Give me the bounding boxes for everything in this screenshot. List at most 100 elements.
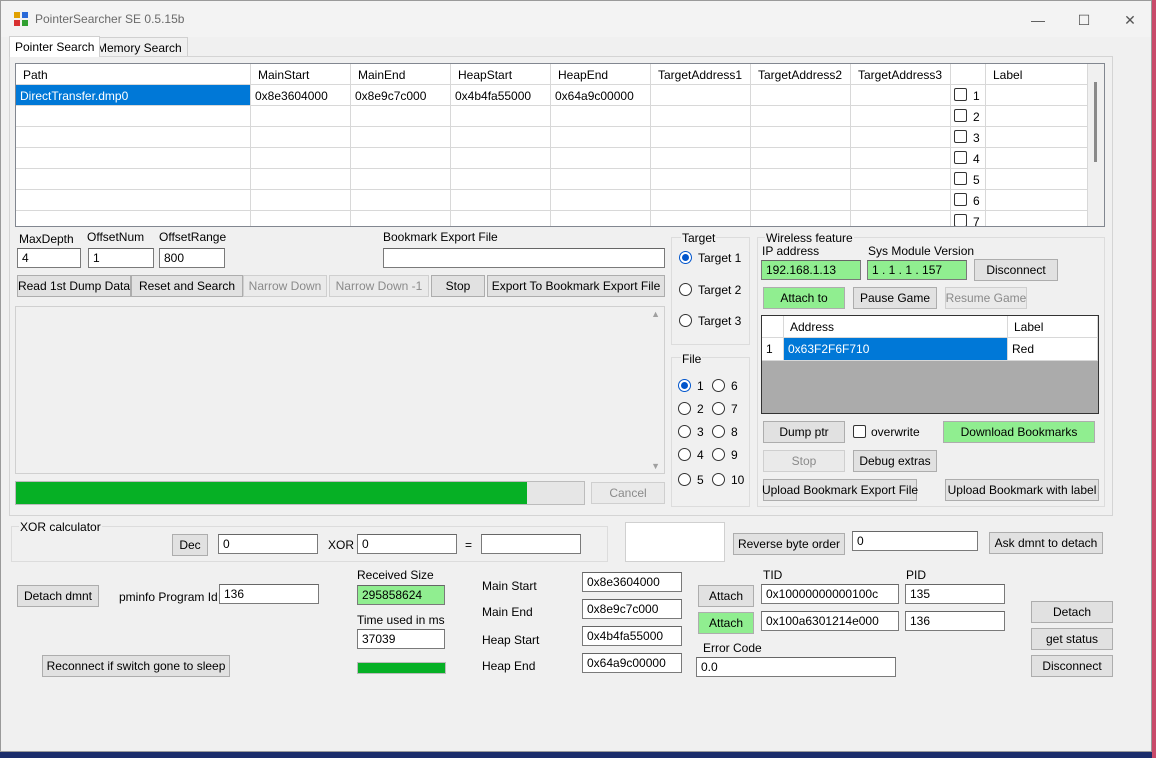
dump-cell-t1[interactable] xyxy=(651,211,751,226)
dump-cell-label[interactable] xyxy=(986,169,1088,190)
file5-radio[interactable] xyxy=(678,473,691,486)
export-bookmark-button[interactable]: Export To Bookmark Export File xyxy=(487,275,665,297)
dump-cell-heap-start[interactable] xyxy=(451,106,551,127)
dump-cell-main-start[interactable]: 0x8e3604000 xyxy=(251,85,351,106)
dump-cell-path[interactable] xyxy=(16,169,251,190)
dump-cell-t3[interactable] xyxy=(851,85,951,106)
file6-radio[interactable] xyxy=(712,379,725,392)
file3-radio[interactable] xyxy=(678,425,691,438)
dump-cell-t3[interactable] xyxy=(851,106,951,127)
dump-cell-heap-end[interactable] xyxy=(551,190,651,211)
offset-num-input[interactable]: 1 xyxy=(88,248,154,268)
tab-pointer-search[interactable]: Pointer Search xyxy=(9,36,101,57)
wireless-stop-button[interactable]: Stop xyxy=(763,450,845,472)
file2-radio[interactable] xyxy=(678,402,691,415)
dump-cell-heap-start[interactable] xyxy=(451,169,551,190)
dump-cell-path[interactable] xyxy=(16,127,251,148)
col-header-label[interactable]: Label xyxy=(986,64,1088,85)
file4-radio[interactable] xyxy=(678,448,691,461)
offset-range-input[interactable]: 800 xyxy=(159,248,225,268)
dump-grid[interactable]: Path MainStart MainEnd HeapStart HeapEnd… xyxy=(15,63,1105,227)
dump-cell-t1[interactable] xyxy=(651,85,751,106)
dump-cell-main-start[interactable] xyxy=(251,148,351,169)
dump-cell-heap-end[interactable] xyxy=(551,127,651,148)
dump-cell-main-end[interactable] xyxy=(351,148,451,169)
pid-input-2[interactable]: 136 xyxy=(905,611,1005,631)
dump-cell-t3[interactable] xyxy=(851,127,951,148)
dump-cell-heap-start[interactable] xyxy=(451,127,551,148)
dump-cell-label[interactable] xyxy=(986,190,1088,211)
bookmark-grid[interactable]: Address Label 1 0x63F2F6F710 Red xyxy=(761,315,1099,414)
file9-radio[interactable] xyxy=(712,448,725,461)
pid-input-1[interactable]: 135 xyxy=(905,584,1005,604)
download-bookmarks-button[interactable]: Download Bookmarks xyxy=(943,421,1095,443)
dump-cell-t3[interactable] xyxy=(851,169,951,190)
dump-cell-t2[interactable] xyxy=(751,169,851,190)
target1-radio[interactable] xyxy=(679,251,692,264)
pminfo-input[interactable]: 136 xyxy=(219,584,319,604)
dump-cell-main-start[interactable] xyxy=(251,211,351,226)
scroll-down-icon[interactable]: ▼ xyxy=(651,461,660,471)
dump-cell-t2[interactable] xyxy=(751,106,851,127)
dump-cell-path[interactable] xyxy=(16,211,251,226)
dump-cell-heap-end[interactable] xyxy=(551,211,651,226)
dump-cell-t2[interactable] xyxy=(751,211,851,226)
close-button[interactable]: ✕ xyxy=(1107,7,1151,33)
dump-cell-main-end[interactable]: 0x8e9c7c000 xyxy=(351,85,451,106)
ask-dmnt-detach-button[interactable]: Ask dmnt to detach xyxy=(989,532,1103,554)
dump-row-checkbox[interactable] xyxy=(954,88,967,101)
col-header-target3[interactable]: TargetAddress3 xyxy=(851,64,951,85)
dump-cell-t1[interactable] xyxy=(651,169,751,190)
bookmark-row-label[interactable]: Red xyxy=(1008,338,1098,361)
dump-cell-main-end[interactable] xyxy=(351,169,451,190)
reverse-byte-order-button[interactable]: Reverse byte order xyxy=(733,533,845,555)
bookmark-col-label[interactable]: Label xyxy=(1008,316,1098,338)
dump-cell-heap-end[interactable]: 0x64a9c00000 xyxy=(551,85,651,106)
dump-row-checkbox[interactable] xyxy=(954,193,967,206)
dump-cell-label[interactable] xyxy=(986,85,1088,106)
dump-row-checkbox[interactable] xyxy=(954,172,967,185)
col-header-heapstart[interactable]: HeapStart xyxy=(451,64,551,85)
grid-scrollbar[interactable] xyxy=(1088,64,1104,226)
dump-cell-path[interactable] xyxy=(16,148,251,169)
col-header-target1[interactable]: TargetAddress1 xyxy=(651,64,751,85)
sysmod-version-input[interactable]: 1 . 1 . 1 . 157 xyxy=(867,260,967,280)
dump-cell-label[interactable] xyxy=(986,106,1088,127)
tid-input-2[interactable]: 0x100a6301214e000 xyxy=(761,611,899,631)
ip-address-input[interactable]: 192.168.1.13 xyxy=(761,260,861,280)
col-header-check[interactable] xyxy=(951,64,986,85)
target3-radio[interactable] xyxy=(679,314,692,327)
maximize-button[interactable]: ☐ xyxy=(1061,7,1107,33)
reconnect-button[interactable]: Reconnect if switch gone to sleep xyxy=(42,655,230,677)
dump-cell-t2[interactable] xyxy=(751,85,851,106)
max-depth-input[interactable]: 4 xyxy=(17,248,81,268)
cancel-button[interactable]: Cancel xyxy=(591,482,665,504)
dump-cell-heap-end[interactable] xyxy=(551,169,651,190)
file7-radio[interactable] xyxy=(712,402,725,415)
col-header-target2[interactable]: TargetAddress2 xyxy=(751,64,851,85)
dump-cell-t3[interactable] xyxy=(851,190,951,211)
bookmark-col-address[interactable]: Address xyxy=(784,316,1008,338)
dump-cell-heap-start[interactable]: 0x4b4fa55000 xyxy=(451,85,551,106)
narrow-down-button[interactable]: Narrow Down xyxy=(243,275,327,297)
target2-radio[interactable] xyxy=(679,283,692,296)
dump-cell-label[interactable] xyxy=(986,127,1088,148)
dump-cell-heap-end[interactable] xyxy=(551,148,651,169)
xor-input-b[interactable]: 0 xyxy=(357,534,457,554)
dump-row-checkbox[interactable] xyxy=(954,130,967,143)
dump-cell-t3[interactable] xyxy=(851,148,951,169)
dump-cell-label[interactable] xyxy=(986,211,1088,226)
dump-cell-t3[interactable] xyxy=(851,211,951,226)
detach-dmnt-button[interactable]: Detach dmnt xyxy=(17,585,99,607)
dump-cell-main-start[interactable] xyxy=(251,106,351,127)
read-dump-button[interactable]: Read 1st Dump Data xyxy=(17,275,131,297)
byte-order-input[interactable]: 0 xyxy=(852,531,978,551)
resume-game-button[interactable]: Resume Game xyxy=(945,287,1027,309)
time-used-input[interactable]: 37039 xyxy=(357,629,445,649)
tab-memory-search[interactable]: Memory Search xyxy=(91,37,188,57)
main-end-input[interactable]: 0x8e9c7c000 xyxy=(582,599,682,619)
col-header-heapend[interactable]: HeapEnd xyxy=(551,64,651,85)
stop-search-button[interactable]: Stop xyxy=(431,275,485,297)
dump-cell-heap-start[interactable] xyxy=(451,211,551,226)
result-log[interactable]: ▲ ▼ xyxy=(15,306,665,474)
